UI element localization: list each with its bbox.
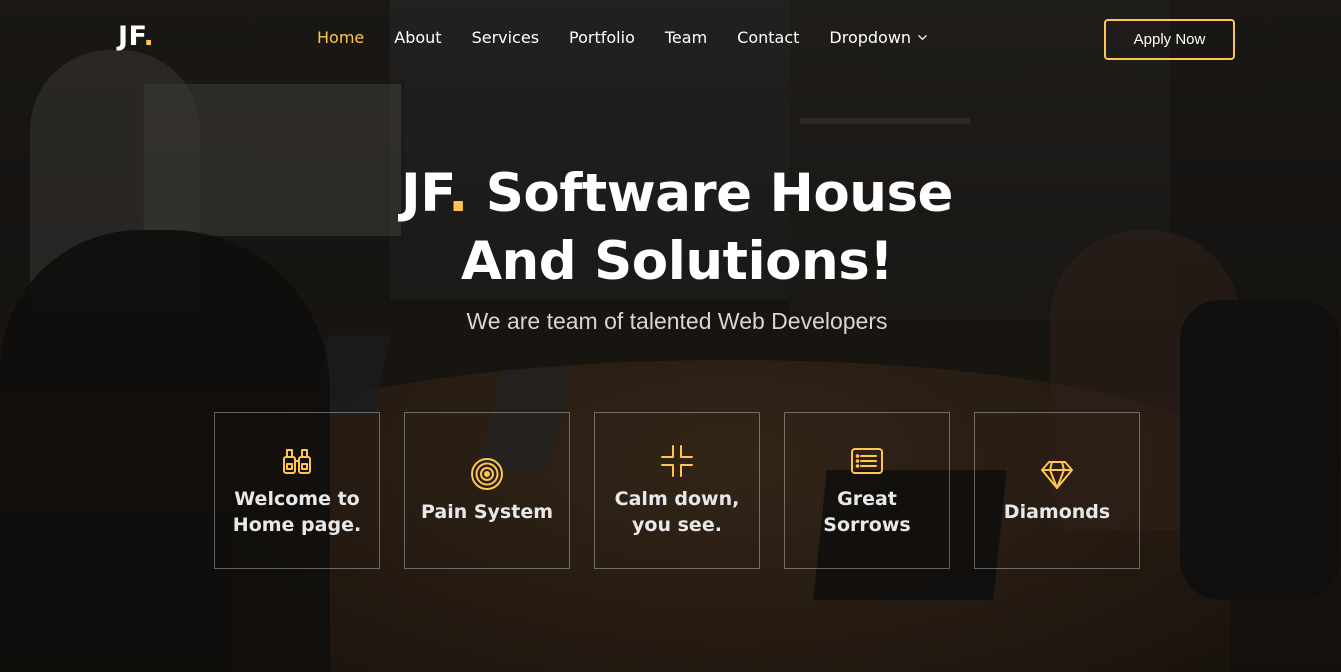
logo-text: JF: [118, 21, 144, 52]
site-header: JF. Home About Services Portfolio Team C…: [0, 0, 1341, 78]
feature-label: Calm down, you see.: [614, 487, 740, 536]
hero-title-line1: Software House: [467, 163, 954, 224]
list-card-icon: [851, 447, 883, 474]
logo-dot: .: [143, 21, 155, 52]
feature-box-welcome[interactable]: Welcome to Home page.: [214, 412, 380, 569]
feature-box-calm-down[interactable]: Calm down, you see.: [594, 412, 760, 569]
feature-label: Diamonds: [1003, 500, 1111, 523]
feature-label: Great Sorrows: [823, 487, 911, 536]
main-nav: Home About Services Portfolio Team Conta…: [317, 28, 958, 47]
hero-background-image: [0, 0, 1341, 672]
diamond-icon: [1041, 460, 1073, 489]
site-logo[interactable]: JF.: [118, 21, 154, 52]
hero-subtitle: We are team of talented Web Developers: [466, 308, 888, 334]
chevron-down-icon: [918, 35, 927, 40]
feature-boxes: Welcome to Home page. Pain System Calm d…: [214, 412, 1164, 569]
nav-dropdown-label: Dropdown: [829, 28, 912, 47]
nav-item-team[interactable]: Team: [665, 28, 707, 47]
nav-item-dropdown[interactable]: Dropdown: [829, 28, 928, 47]
hero-title-brand: JF: [401, 163, 449, 224]
feature-box-great-sorrows[interactable]: Great Sorrows: [784, 412, 950, 569]
hero-title-line2: And Solutions!: [461, 231, 893, 292]
feature-label: Welcome to Home page.: [232, 487, 362, 536]
feature-box-diamonds[interactable]: Diamonds: [974, 412, 1140, 569]
feature-box-pain-system[interactable]: Pain System: [404, 412, 570, 569]
nav-item-home[interactable]: Home: [317, 28, 364, 47]
feature-label: Pain System: [420, 500, 554, 523]
target-icon: [471, 457, 503, 490]
apply-now-button[interactable]: Apply Now: [1104, 19, 1235, 60]
nav-item-services[interactable]: Services: [472, 28, 539, 47]
nav-item-contact[interactable]: Contact: [737, 28, 799, 47]
hero-title-dot: .: [448, 163, 468, 224]
collapse-arrows-icon: [661, 444, 693, 477]
nav-item-portfolio[interactable]: Portfolio: [569, 28, 635, 47]
nav-item-about[interactable]: About: [394, 28, 441, 47]
binoculars-icon: [283, 448, 311, 474]
hero-title: JF. Software House And Solutions!: [0, 160, 1341, 296]
